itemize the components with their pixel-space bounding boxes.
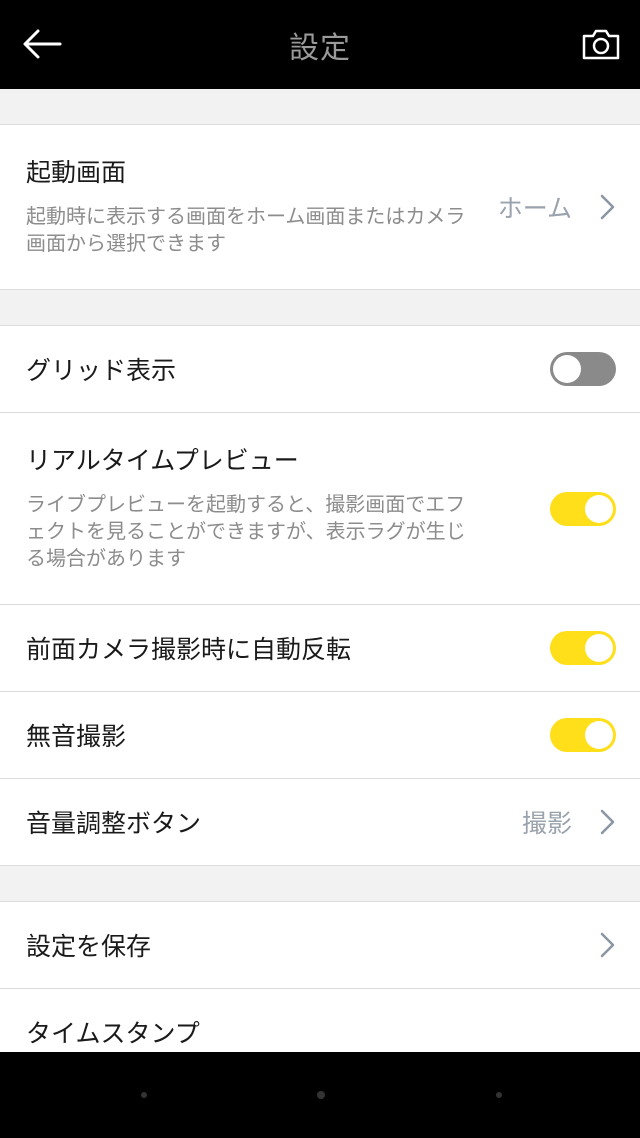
volume-button-value: 撮影 bbox=[521, 809, 572, 838]
camera-icon bbox=[582, 29, 620, 60]
toggle-knob bbox=[553, 355, 581, 383]
grid-display-toggle[interactable] bbox=[550, 352, 616, 386]
realtime-preview-toggle[interactable] bbox=[550, 492, 616, 526]
camera-button[interactable] bbox=[578, 22, 624, 66]
chevron-right-icon bbox=[600, 932, 615, 958]
nav-recents-dot[interactable] bbox=[496, 1092, 502, 1098]
toggle-knob bbox=[585, 634, 613, 662]
silent-shooting-toggle[interactable] bbox=[550, 718, 616, 752]
silent-shooting-row[interactable]: 無音撮影 bbox=[0, 692, 640, 779]
realtime-preview-title: リアルタイムプレビュー bbox=[26, 446, 299, 475]
timestamp-title: タイムスタンプ bbox=[26, 1019, 200, 1048]
save-settings-row[interactable]: 設定を保存 bbox=[0, 902, 640, 989]
chevron-right-icon bbox=[600, 194, 615, 220]
front-camera-mirror-title: 前面カメラ撮影時に自動反転 bbox=[26, 635, 352, 664]
nav-home-dot[interactable] bbox=[317, 1091, 325, 1099]
startup-screen-description: 起動時に表示する画面をホーム画面またはカメラ画面から選択できます bbox=[26, 204, 466, 255]
section-gap bbox=[0, 290, 640, 326]
startup-screen-title: 起動画面 bbox=[26, 158, 127, 187]
front-camera-mirror-toggle[interactable] bbox=[550, 631, 616, 665]
startup-screen-value: ホーム bbox=[497, 194, 572, 223]
top-app-bar: 設定 bbox=[0, 0, 640, 89]
chevron-right-icon bbox=[600, 809, 615, 835]
toggle-knob bbox=[585, 721, 613, 749]
front-camera-mirror-row[interactable]: 前面カメラ撮影時に自動反転 bbox=[0, 605, 640, 692]
timestamp-row[interactable]: タイムスタンプ bbox=[0, 989, 640, 1052]
grid-display-row[interactable]: グリッド表示 bbox=[0, 326, 640, 413]
page-title: 設定 bbox=[289, 30, 351, 66]
settings-list[interactable]: 起動画面 起動時に表示する画面をホーム画面またはカメラ画面から選択できます ホー… bbox=[0, 89, 640, 1052]
section-gap bbox=[0, 89, 640, 125]
silent-shooting-title: 無音撮影 bbox=[26, 722, 127, 751]
realtime-preview-row[interactable]: リアルタイムプレビュー ライブプレビューを起動すると、撮影画面でエフェクトを見る… bbox=[0, 413, 640, 605]
save-settings-title: 設定を保存 bbox=[26, 932, 152, 961]
volume-button-title: 音量調整ボタン bbox=[26, 809, 202, 838]
system-navigation-bar bbox=[0, 1052, 640, 1138]
volume-button-row[interactable]: 音量調整ボタン 撮影 bbox=[0, 779, 640, 866]
section-gap bbox=[0, 866, 640, 902]
nav-back-dot[interactable] bbox=[141, 1092, 147, 1098]
toggle-knob bbox=[585, 495, 613, 523]
startup-screen-row[interactable]: 起動画面 起動時に表示する画面をホーム画面またはカメラ画面から選択できます ホー… bbox=[0, 125, 640, 290]
grid-display-title: グリッド表示 bbox=[26, 356, 177, 385]
realtime-preview-description: ライブプレビューを起動すると、撮影画面でエフェクトを見ることができますが、表示ラ… bbox=[26, 492, 466, 570]
